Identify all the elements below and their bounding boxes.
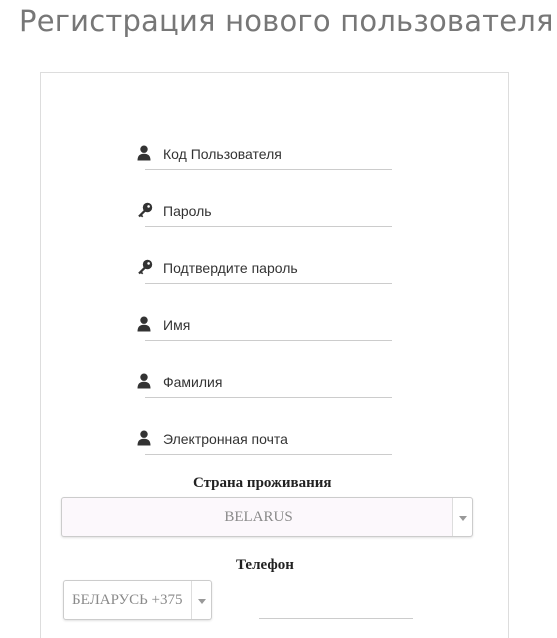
user-code-field (137, 140, 392, 170)
key-icon (137, 259, 153, 275)
phone-code-select[interactable]: БЕЛАРУСЬ +375 (63, 580, 212, 620)
country-select[interactable]: BELARUS (61, 497, 473, 537)
phone-code-select-toggle[interactable] (191, 581, 211, 619)
last-name-input[interactable] (163, 368, 389, 396)
password-input[interactable] (163, 197, 389, 225)
user-icon (137, 316, 153, 332)
confirm-password-field (138, 254, 392, 284)
email-input[interactable] (163, 425, 389, 453)
first-name-field (137, 311, 392, 341)
phone-number-input[interactable] (259, 590, 413, 619)
user-icon (137, 430, 153, 446)
caret-down-icon (197, 591, 206, 609)
phone-label: Телефон (236, 557, 294, 573)
password-field (138, 197, 392, 227)
last-name-field (137, 368, 392, 398)
country-select-value: BELARUS (224, 508, 293, 525)
email-field (137, 425, 392, 455)
user-code-input[interactable] (163, 140, 389, 168)
page-title: Регистрация нового пользователя (19, 4, 554, 38)
country-label: Страна проживания (193, 475, 332, 491)
confirm-password-input[interactable] (163, 254, 389, 282)
caret-down-icon (458, 508, 467, 526)
first-name-input[interactable] (163, 311, 389, 339)
user-icon (137, 373, 153, 389)
key-icon (137, 202, 153, 218)
user-icon (137, 145, 153, 161)
country-select-toggle[interactable] (452, 498, 472, 536)
phone-code-select-value: БЕЛАРУСЬ +375 (72, 591, 183, 608)
